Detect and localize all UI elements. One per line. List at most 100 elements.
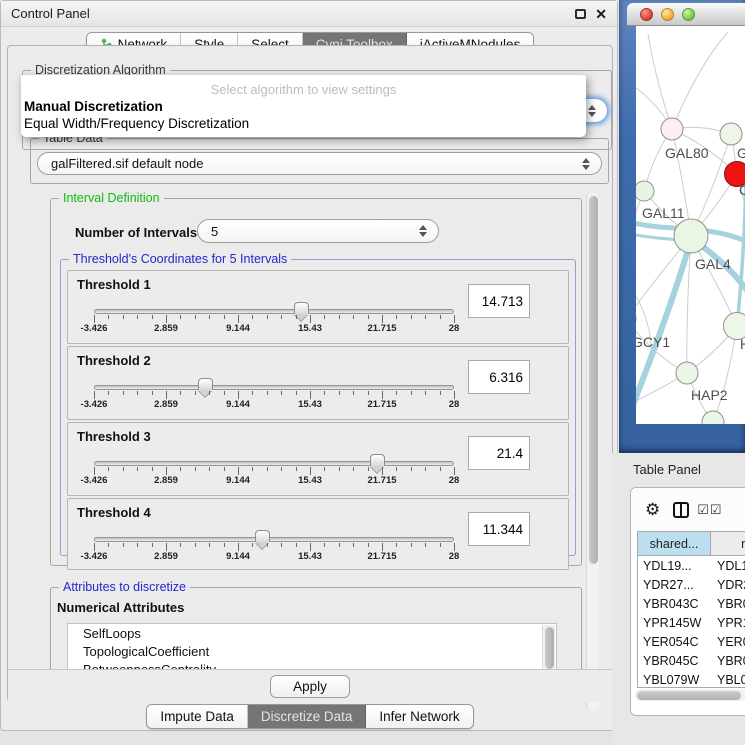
tick-label: -3.426 xyxy=(81,323,108,334)
slider-ticks xyxy=(94,543,454,551)
table-row[interactable]: YBL079WYBL0 xyxy=(638,670,745,688)
tick-label: 9.144 xyxy=(226,551,250,562)
combo-arrows-icon xyxy=(588,105,596,117)
cell-name[interactable]: YPR1 xyxy=(711,613,745,632)
network-node-gal80[interactable] xyxy=(661,118,683,140)
table-row[interactable]: YBR045CYBR0 xyxy=(638,651,745,670)
table-header-row: shared... na xyxy=(638,532,745,556)
column-header-shared-name[interactable]: shared... xyxy=(638,532,711,555)
apply-button[interactable]: Apply xyxy=(270,675,350,698)
threshold-1-label: Threshold 1 xyxy=(77,277,151,292)
threshold-4-panel: Threshold 4 -3.4262.8599.14415.4321.7152… xyxy=(67,498,569,570)
checkbox-icon[interactable]: ☑ xyxy=(697,503,709,516)
slider-track[interactable] xyxy=(94,309,454,314)
threshold-1-value[interactable]: 14.713 xyxy=(468,284,530,318)
close-traffic-light-icon[interactable] xyxy=(640,8,653,21)
popup-option-equal-width-frequency[interactable]: Equal Width/Frequency Discretization xyxy=(24,116,572,131)
interval-definition-title: Interval Definition xyxy=(59,191,164,205)
cell-shared-name[interactable]: YDR27... xyxy=(638,575,711,594)
threshold-2-panel: Threshold 2 -3.4262.8599.14415.4321.7152… xyxy=(67,346,569,420)
slider-thumb[interactable] xyxy=(198,378,213,390)
attributes-list-scrollbar[interactable] xyxy=(542,625,555,674)
slider-thumb[interactable] xyxy=(294,302,309,314)
node-label: GAL4 xyxy=(695,256,731,272)
threshold-1-panel: Threshold 1 -3.4262.8599.14415.4321.7152… xyxy=(67,270,569,344)
threshold-3-panel: Threshold 3 -3.4262.8599.14415.4321.7152… xyxy=(67,422,569,496)
cell-shared-name[interactable]: YBL079W xyxy=(638,670,711,688)
scrollbar-thumb[interactable] xyxy=(589,196,598,564)
cell-name[interactable]: YBL0 xyxy=(711,670,745,688)
table-row[interactable]: YBR043CYBR0 xyxy=(638,594,745,613)
attributes-group-title: Attributes to discretize xyxy=(59,580,190,594)
cell-name[interactable]: YBR0 xyxy=(711,594,745,613)
checkbox-icon[interactable]: ☑ xyxy=(710,503,722,516)
table-row[interactable]: YDR27...YDR2 xyxy=(638,575,745,594)
minimize-traffic-light-icon[interactable] xyxy=(661,8,674,21)
cell-name[interactable]: YDR2 xyxy=(711,575,745,594)
table-row[interactable]: YER054CYER0 xyxy=(638,632,745,651)
popup-option-manual-discretization[interactable]: Manual Discretization xyxy=(24,99,572,114)
cell-name[interactable]: YBR0 xyxy=(711,651,745,670)
network-node-ga[interactable] xyxy=(720,123,742,145)
network-node-gal11[interactable] xyxy=(636,181,654,201)
scrollbar-thumb[interactable] xyxy=(637,691,741,700)
network-node[interactable] xyxy=(702,411,724,424)
table-data-combobox[interactable]: galFiltered.sif default node xyxy=(37,152,602,175)
column-layout-icon[interactable] xyxy=(673,502,689,518)
scrollbar-thumb[interactable] xyxy=(545,627,554,669)
tab-impute-data[interactable]: Impute Data xyxy=(147,705,248,728)
column-header-name[interactable]: na xyxy=(711,532,745,555)
cell-shared-name[interactable]: YBR043C xyxy=(638,594,711,613)
slider-track[interactable] xyxy=(94,537,454,542)
number-of-intervals-combobox[interactable]: 5 xyxy=(197,219,439,243)
panel-vertical-scrollbar[interactable] xyxy=(586,192,599,710)
numerical-attributes-label: Numerical Attributes xyxy=(57,600,184,615)
tick-label: 28 xyxy=(449,399,460,410)
cell-name[interactable]: YER0 xyxy=(711,632,745,651)
node-label: GCY1 xyxy=(636,334,670,350)
network-window-titlebar[interactable] xyxy=(627,3,745,26)
cell-name[interactable]: YDL1 xyxy=(711,556,745,575)
tab-infer-network[interactable]: Infer Network xyxy=(366,705,472,728)
node-label: H xyxy=(740,336,745,352)
tick-label: 21.715 xyxy=(367,399,396,410)
slider-track[interactable] xyxy=(94,461,454,466)
cell-shared-name[interactable]: YBR045C xyxy=(638,651,711,670)
control-panel-titlebar: Control Panel ✕ xyxy=(1,1,617,27)
attribute-list-item[interactable]: TopologicalCoefficient xyxy=(68,642,556,660)
float-window-icon[interactable] xyxy=(575,9,586,19)
cyni-toolbox-panel: Discretization Algorithm Table Data galF… xyxy=(7,45,613,702)
tick-label: 15.43 xyxy=(298,323,322,334)
cell-shared-name[interactable]: YER054C xyxy=(638,632,711,651)
cell-shared-name[interactable]: YPR145W xyxy=(638,613,711,632)
table-row[interactable]: YDL19...YDL1 xyxy=(638,556,745,575)
attribute-list-item[interactable]: SelfLoops xyxy=(68,624,556,642)
slider-scale-labels: -3.4262.8599.14415.4321.71528 xyxy=(94,399,454,411)
network-node-hap2[interactable] xyxy=(676,362,698,384)
slider-scale-labels: -3.4262.8599.14415.4321.71528 xyxy=(94,475,454,487)
close-icon[interactable]: ✕ xyxy=(595,9,607,19)
slider-track[interactable] xyxy=(94,385,454,390)
bottom-tab-bar: Impute Data Discretize DataInfer Network xyxy=(1,704,619,729)
slider-thumb[interactable] xyxy=(255,530,270,542)
slider-scale-labels: -3.4262.8599.14415.4321.71528 xyxy=(94,551,454,563)
table-row[interactable]: YPR145WYPR1 xyxy=(638,613,745,632)
algorithm-dropdown-popup: Select algorithm to view settings Manual… xyxy=(21,75,586,137)
tick-label: 15.43 xyxy=(298,551,322,562)
table-horizontal-scrollbar[interactable] xyxy=(635,689,745,701)
numerical-attributes-list[interactable]: SelfLoopsTopologicalCoefficientBetweenne… xyxy=(67,623,557,674)
tab-discretize-data[interactable]: Discretize Data xyxy=(248,705,367,728)
network-view-canvas[interactable]: GAL80GACGAL11GAL4GCY1HHAP2 xyxy=(636,26,745,424)
gear-icon[interactable]: ⚙ xyxy=(645,501,660,518)
threshold-2-value[interactable]: 6.316 xyxy=(468,360,530,394)
zoom-traffic-light-icon[interactable] xyxy=(682,8,695,21)
tick-label: 2.859 xyxy=(154,551,178,562)
tab-label: Impute Data xyxy=(160,709,234,724)
cell-shared-name[interactable]: YDL19... xyxy=(638,556,711,575)
network-node-gal4[interactable] xyxy=(674,219,708,253)
tick-label: 2.859 xyxy=(154,399,178,410)
slider-thumb[interactable] xyxy=(370,454,385,466)
tick-label: 28 xyxy=(449,323,460,334)
threshold-4-value[interactable]: 11.344 xyxy=(468,512,530,546)
threshold-3-value[interactable]: 21.4 xyxy=(468,436,530,470)
